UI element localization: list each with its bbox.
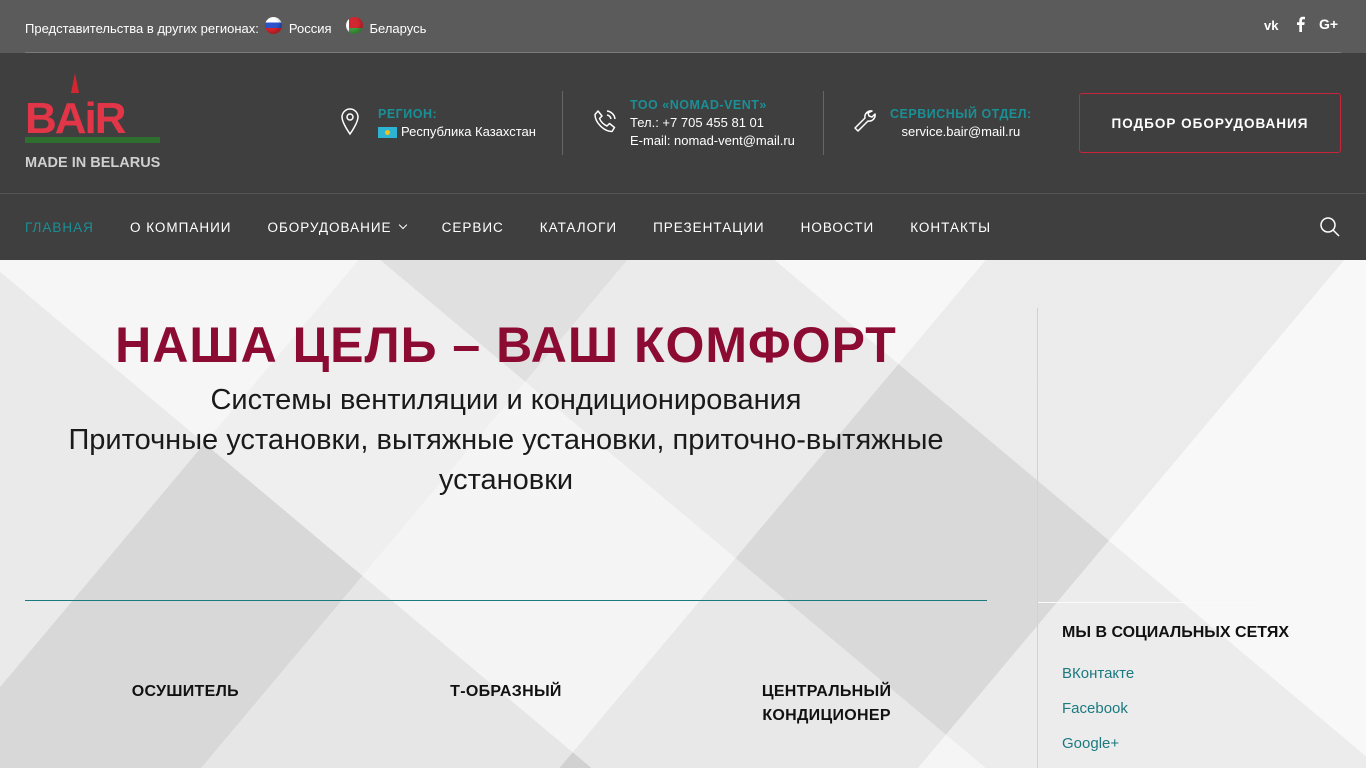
sidebar-rule	[1038, 602, 1254, 603]
social-links: vk G+	[1264, 16, 1341, 36]
map-pin-icon	[340, 108, 366, 138]
region-link-russia[interactable]: Россия	[264, 16, 332, 36]
social-widget-title: МЫ В СОЦИАЛЬНЫХ СЕТЯХ	[1062, 624, 1289, 641]
belarus-flag-icon	[345, 16, 363, 34]
nav-item-service[interactable]: СЕРВИС	[442, 220, 504, 235]
svg-text:G+: G+	[1319, 17, 1338, 31]
main-nav: ГЛАВНАЯ О КОМПАНИИ ОБОРУДОВАНИЕ СЕРВИС К…	[0, 193, 1366, 260]
region-name: Беларусь	[369, 20, 427, 36]
social-widget-links: ВКонтакте Facebook Google+	[1062, 664, 1134, 768]
nav-item-equipment[interactable]: ОБОРУДОВАНИЕ	[267, 219, 407, 235]
wrench-icon	[852, 108, 878, 138]
region-name: Россия	[288, 20, 332, 36]
service-info: СЕРВИСНЫЙ ОТДЕЛ: service.bair@mail.ru	[852, 91, 1032, 155]
regions-bar: Представительства в других регионах: Рос…	[25, 16, 434, 36]
company-email[interactable]: E-mail: nomad-vent@mail.ru	[630, 132, 795, 150]
equipment-selection-button[interactable]: ПОДБОР ОБОРУДОВАНИЯ	[1079, 93, 1341, 153]
svg-text:vk: vk	[1264, 19, 1279, 31]
company-name: ТОО «NOMAD-VENT»	[630, 98, 767, 112]
nav-item-contacts[interactable]: КОНТАКТЫ	[910, 220, 991, 235]
product-t-shaped[interactable]: Т-ОБРАЗНЫЙ	[346, 680, 667, 728]
company-info: ТОО «NOMAD-VENT» Тел.: +7 705 455 81 01 …	[592, 91, 795, 155]
product-central-ac[interactable]: ЦЕНТРАЛЬНЫЙ КОНДИЦИОНЕР	[666, 680, 987, 728]
russia-flag-icon	[264, 16, 282, 34]
social-link-facebook[interactable]: Facebook	[1062, 699, 1134, 718]
section-divider	[25, 600, 987, 601]
region-label: РЕГИОН:	[378, 107, 438, 121]
regions-label: Представительства в других регионах:	[25, 20, 259, 36]
header-divider	[562, 91, 563, 155]
phone-icon	[592, 108, 618, 138]
chevron-down-icon	[398, 220, 407, 230]
header-divider	[823, 91, 824, 155]
nav-item-presentations[interactable]: ПРЕЗЕНТАЦИИ	[653, 220, 765, 235]
hero-subtitle-line: установки	[438, 464, 574, 496]
product-dehumidifier[interactable]: ОСУШИТЕЛЬ	[25, 680, 346, 728]
hero-subtitle-line: Системы вентиляции и кондиционирования	[210, 384, 802, 416]
product-title: Т-ОБРАЗНЫЙ	[450, 683, 562, 700]
nav-item-catalogs[interactable]: КАТАЛОГИ	[540, 220, 617, 235]
product-title: КОНДИЦИОНЕР	[762, 707, 891, 724]
company-phone[interactable]: Тел.: +7 705 455 81 01	[630, 114, 795, 132]
social-link-vk[interactable]: ВКонтакте	[1062, 664, 1134, 683]
google-plus-icon[interactable]: G+	[1319, 16, 1341, 35]
sidebar-divider	[1037, 308, 1038, 768]
search-icon[interactable]	[1319, 216, 1341, 238]
nav-item-news[interactable]: НОВОСТИ	[801, 220, 875, 235]
product-title: ЦЕНТРАЛЬНЫЙ	[761, 683, 892, 700]
vk-icon[interactable]: vk	[1264, 18, 1282, 35]
kazakhstan-flag-icon	[378, 127, 397, 139]
region-info: РЕГИОН: Республика Казахстан	[340, 91, 536, 155]
nav-item-label: ОБОРУДОВАНИЕ	[267, 219, 392, 235]
hero-subtitle-line: Приточные установки, вытяжные установки,…	[68, 424, 944, 456]
region-link-belarus[interactable]: Беларусь	[345, 16, 427, 36]
nav-item-home[interactable]: ГЛАВНАЯ	[25, 220, 94, 235]
service-label: СЕРВИСНЫЙ ОТДЕЛ:	[890, 107, 1032, 121]
bair-logo[interactable]: BAiR MADE IN BELARUS	[25, 73, 175, 173]
hero-subtitle: Системы вентиляции и кондиционирования П…	[25, 380, 987, 500]
product-list: ОСУШИТЕЛЬ Т-ОБРАЗНЫЙ ЦЕНТРАЛЬНЫЙ КОНДИЦИ…	[25, 680, 987, 728]
main-content: НАША ЦЕЛЬ – ВАШ КОМФОРТ Системы вентиляц…	[0, 260, 1366, 768]
facebook-icon[interactable]	[1296, 16, 1305, 36]
svg-text:MADE IN BELARUS: MADE IN BELARUS	[25, 155, 161, 171]
product-title: ОСУШИТЕЛЬ	[131, 683, 239, 700]
site-header: BAiR MADE IN BELARUS РЕГИОН: Республика …	[0, 53, 1366, 193]
service-email[interactable]: service.bair@mail.ru	[890, 123, 1032, 141]
social-link-google-plus[interactable]: Google+	[1062, 734, 1134, 753]
nav-item-about[interactable]: О КОМПАНИИ	[130, 220, 232, 235]
hero-title: НАША ЦЕЛЬ – ВАШ КОМФОРТ	[115, 317, 897, 373]
region-value: Республика Казахстан	[401, 124, 536, 139]
svg-text:BAiR: BAiR	[25, 94, 126, 143]
top-bar: Представительства в других регионах: Рос…	[0, 0, 1366, 53]
